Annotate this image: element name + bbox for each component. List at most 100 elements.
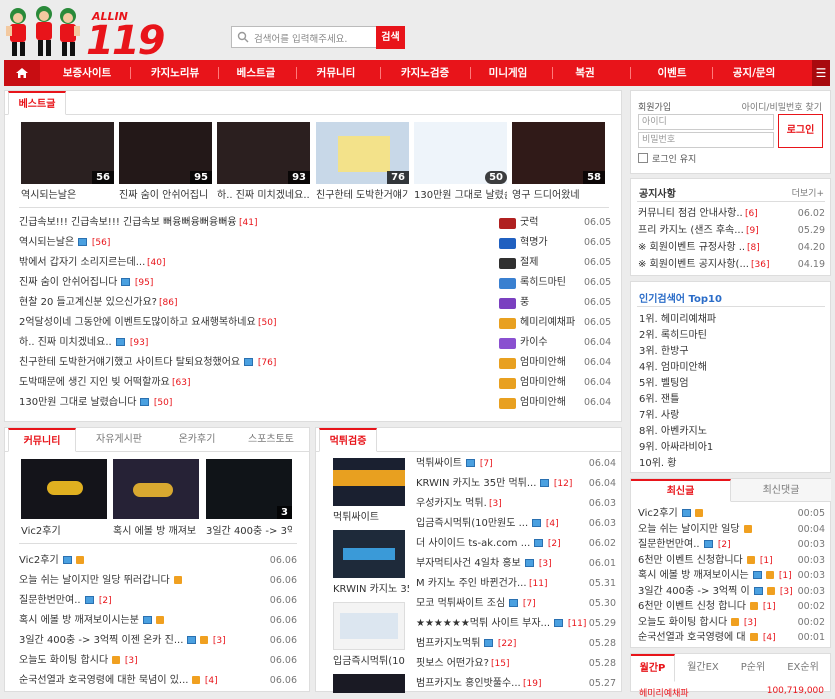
logo-mascots[interactable] [4,4,82,58]
best-row[interactable]: 역시되는날은 [56] 혁명가 06.05 [19,233,611,253]
nav-item-best[interactable]: 베스트글 [224,60,288,86]
verify-row[interactable]: ★★★★★★먹튀 사이트 부자... [11] 05.29 [416,614,616,634]
popular-item[interactable]: 1위. 헤미리예채파 [639,310,716,325]
tab-monthly-ex[interactable]: 월간EX [679,656,727,680]
row-title[interactable]: 밖에서 갑자기 소리지르는데... [19,253,145,273]
thumb-caption[interactable]: 혹시 에볼 방 깨져보 [113,522,199,537]
search-button[interactable]: 검색 [376,26,405,49]
thumb-caption[interactable]: 입금즉시먹튀(10 [333,652,409,667]
verify-row[interactable]: 부자먹티사건 4일차 홍보 [3] 06.01 [416,554,616,574]
best-row[interactable]: 2억달성이네 그동안에 이벤트도많이하고 요새행복하네요 [50] 헤미리예채파 0… [19,313,611,333]
row-title[interactable]: 모코 먹튀싸이트 조심 [416,594,505,614]
verify-row[interactable]: 핏보스 어떤가요? [15] 05.28 [416,654,616,674]
verify-thumb[interactable] [333,530,405,578]
best-row[interactable]: 도박때문에 생긴 지인 빚 어떡할까요 [63] 엄마미안해 06.04 [19,373,611,393]
best-row[interactable]: 현찰 20 들고계신분 있으신가요? [86] 풍 06.05 [19,293,611,313]
best-thumb[interactable]: 56 [21,122,114,184]
notice-row[interactable]: ※ 회원이벤트 공지사항(... [36] 04.19 [638,256,825,273]
community-thumb[interactable]: 3 [206,459,292,519]
community-row[interactable]: 혹시 에볼 방 깨져보이시는분 06.06 [19,611,297,631]
author-nick[interactable]: 카이수 [520,333,548,353]
author-nick[interactable]: 풍 [520,293,529,313]
search-input[interactable]: 검색어를 입력해주세요. [231,26,378,48]
row-title[interactable]: ※ 회원이벤트 공지사항(... [638,256,749,273]
id-input[interactable]: 아이디 [638,114,774,130]
row-title[interactable]: Vic2후기 [638,506,678,522]
row-title[interactable]: 범프카지노먹튀 [416,634,480,654]
row-title[interactable]: 순국선열과 호국영령에 대 [638,630,746,646]
latest-row[interactable]: 오늘도 화이팅 합시다 [3] 00:02 [638,615,825,631]
row-title[interactable]: 도박때문에 생긴 지인 빚 어떡할까요 [19,373,170,393]
popular-item[interactable]: 3위. 한방구 [639,342,689,357]
row-title[interactable]: 더 사이이드 ts-ak.com ... [416,534,530,554]
logo-text[interactable]: ALLIN 119 [86,10,165,61]
tab-monthly-p[interactable]: 월간P [631,654,675,682]
thumb-caption[interactable]: 먹튀싸이트 [333,508,409,523]
row-title[interactable]: 친구한테 도박한거얘기했고 사이트다 탈퇴요청했어요 [19,353,240,373]
row-title[interactable]: 순국선열과 호국영령에 대한 묵념이 있... [19,671,188,691]
author-nick[interactable]: 절제 [520,253,538,273]
thumb-caption[interactable]: 역시되는날은 [21,186,114,201]
community-thumb[interactable] [113,459,199,519]
row-title[interactable]: 긴급속보!!! 긴급속보!!! 긴급속보 뻐융뻐융뻐융뻐융 [19,213,237,233]
row-title[interactable]: 2억달성이네 그동안에 이벤트도많이하고 요새행복하네요 [19,313,256,333]
verify-row[interactable]: M 카지노 주인 바뀐건가... [11] 05.31 [416,574,616,594]
popular-item[interactable]: 10위. 황 [639,454,676,469]
nav-item-minigame[interactable]: 미니게임 [476,60,540,86]
row-title[interactable]: 먹튀싸이트 [416,454,462,474]
community-row[interactable]: 오늘도 화이팅 합시다 [3] 06.06 [19,651,297,671]
latest-row[interactable]: 오늘 쉬는 날이지만 일당 00:04 [638,522,825,538]
rank-first-nick[interactable]: 헤미리예채파 [639,686,689,699]
author-nick[interactable]: 록히드마틴 [520,273,566,293]
find-account-link[interactable]: 아이디/비밀번호 찾기 [742,100,822,113]
community-row[interactable]: 오늘 쉬는 날이지만 일당 뛰러갑니다 06.06 [19,571,297,591]
community-thumb[interactable] [21,459,107,519]
row-title[interactable]: 우성카지노 먹튀. [416,494,487,514]
notice-row[interactable]: 커뮤니티 점검 안내사항.. [6] 06.02 [638,205,825,222]
best-thumb[interactable]: 93 [217,122,310,184]
row-title[interactable]: 6천만 이벤트 신청합니다 [638,553,743,569]
tab-oncar-review[interactable]: 온카후기 [161,428,233,452]
tab-verify[interactable]: 먹튀검증 [319,428,377,452]
thumb-caption[interactable]: 친구한테 도박한거얘기 [316,186,409,201]
row-title[interactable]: 혹시 에볼 방 깨져보이시는분 [19,611,139,631]
thumb-caption[interactable]: 3일간 400충 -> 3억 [206,522,292,537]
verify-thumb[interactable] [333,674,405,693]
verify-row[interactable]: 더 사이이드 ts-ak.com ... [2] 06.02 [416,534,616,554]
popular-item[interactable]: 2위. 록히드마틴 [639,326,707,341]
best-thumb[interactable]: 76 [316,122,409,184]
nav-item-guarantee[interactable]: 보증사이트 [50,60,124,86]
row-title[interactable]: ★★★★★★먹튀 사이트 부자... [416,614,550,634]
thumb-caption[interactable]: 진짜 숨이 안쉬어집니 [119,186,212,201]
best-thumb[interactable]: 50 [414,122,507,184]
notice-row[interactable]: 프리 카지노 (샌즈 후속... [9] 05.29 [638,222,825,239]
nav-item-notice[interactable]: 공지/문의 [722,60,786,86]
thumb-caption[interactable]: 영구 드디어왔네 [512,186,605,201]
tab-best[interactable]: 베스트글 [8,91,66,115]
best-row[interactable]: 긴급속보!!! 긴급속보!!! 긴급속보 뻐융뻐융뻐융뻐융 [41] 굿럭 06.0… [19,213,611,233]
verify-row[interactable]: 우성카지노 먹튀. [3] 06.03 [416,494,616,514]
tab-community[interactable]: 커뮤니티 [8,428,76,452]
best-row[interactable]: 130만원 그대로 날렸습니다 [50] 엄마미안해 06.04 [19,393,611,413]
tab-p-rank[interactable]: P순위 [731,656,775,680]
best-row[interactable]: 밖에서 갑자기 소리지르는데... [40] 절제 06.05 [19,253,611,273]
author-nick[interactable]: 헤미리예채파 [520,313,575,333]
tab-free-board[interactable]: 자유게시판 [83,428,155,452]
row-title[interactable]: 오늘 쉬는 날이지만 일당 [638,522,740,538]
nav-item-community[interactable]: 커뮤니티 [304,60,368,86]
row-title[interactable]: 범프카지노 홍인밧풀수... [416,674,521,694]
latest-row[interactable]: 순국선열과 호국영령에 대 [4] 00:01 [638,630,825,646]
tab-latest-posts[interactable]: 최신글 [631,479,731,502]
row-title[interactable]: 오늘도 화이팅 합시다 [638,615,727,631]
row-title[interactable]: 오늘 쉬는 날이지만 일당 뛰러갑니다 [19,571,170,591]
nav-item-casino-review[interactable]: 카지노리뷰 [136,60,214,86]
row-title[interactable]: ※ 회원이벤트 규정사항 .. [638,239,745,256]
row-title[interactable]: 진짜 숨이 안쉬어집니다 [19,273,117,293]
author-nick[interactable]: 엄마미안해 [520,393,566,413]
verify-row[interactable]: 먹튀싸이트 [7] 06.04 [416,454,616,474]
verify-row[interactable]: 범프카지노먹튀 [22] 05.28 [416,634,616,654]
verify-row[interactable]: 모코 먹튀싸이트 조심 [7] 05.30 [416,594,616,614]
latest-row[interactable]: Vic2후기 00:05 [638,506,825,522]
row-title[interactable]: M 카지노 주인 바뀐건가... [416,574,527,594]
notice-more-link[interactable]: 더보기+ [792,186,824,199]
